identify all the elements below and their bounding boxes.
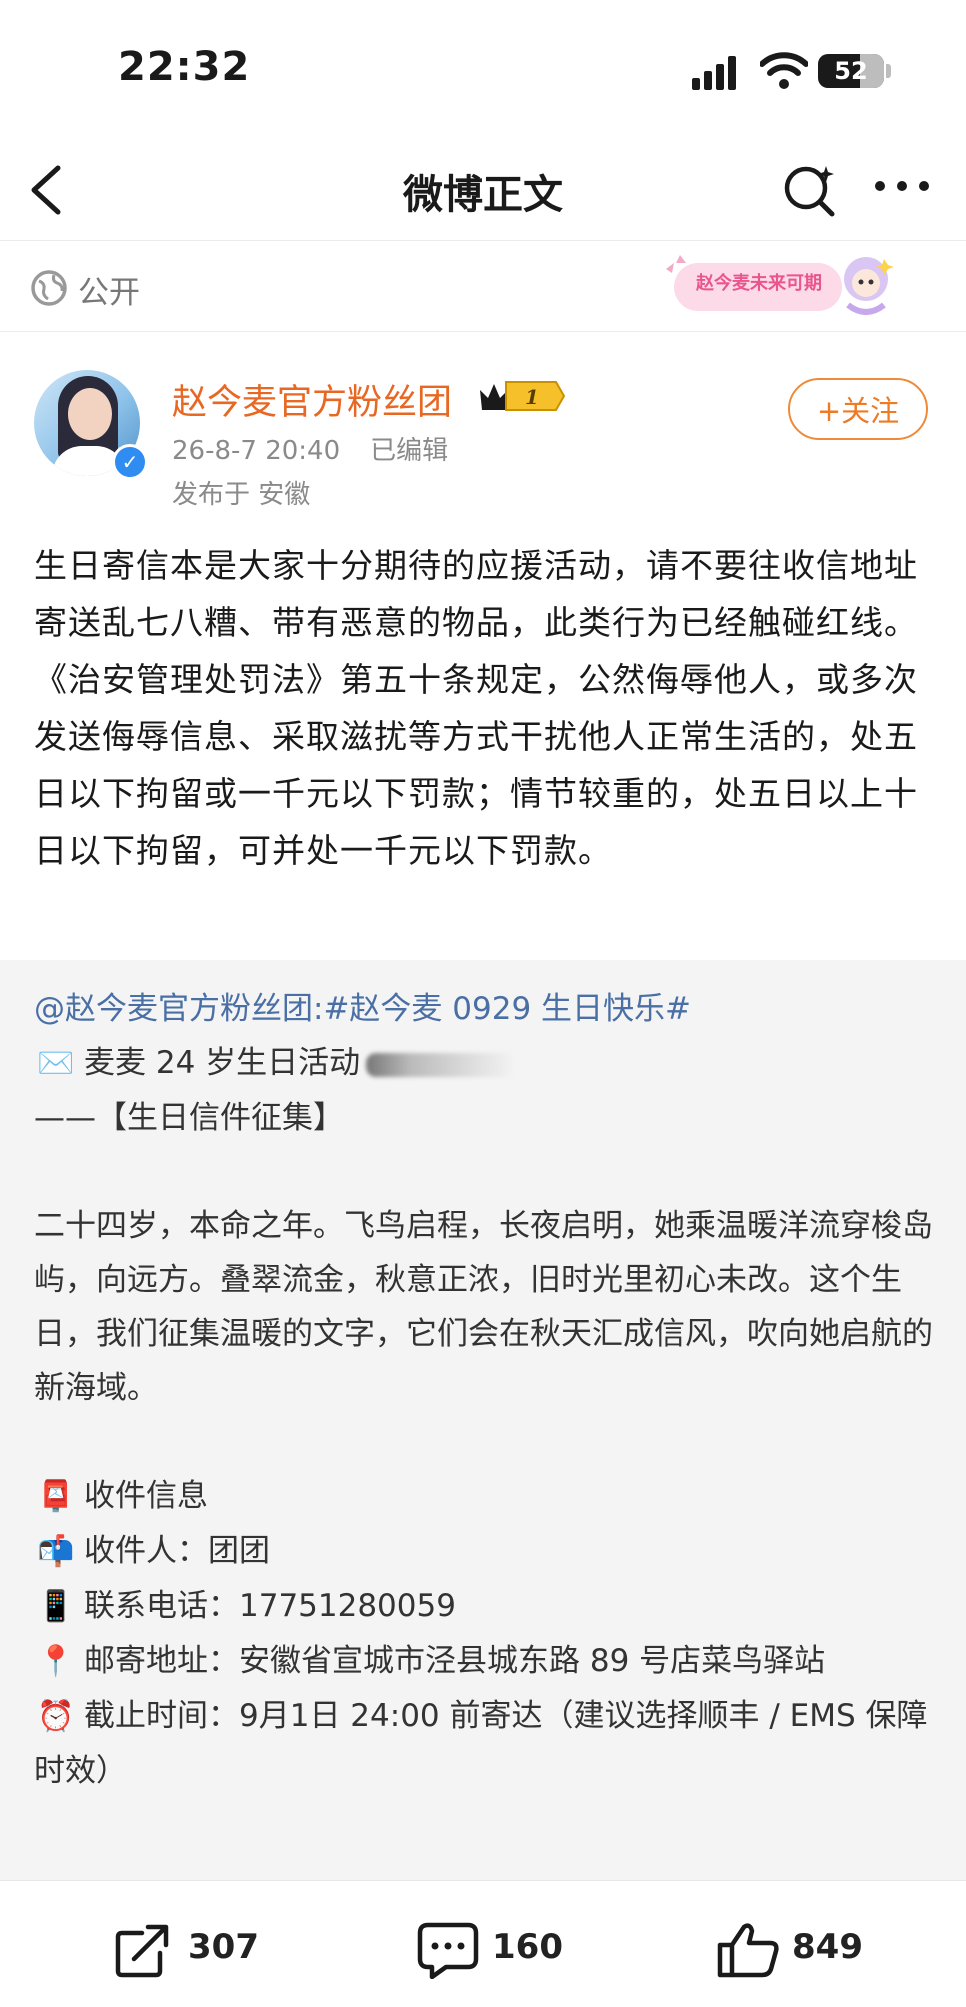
info-title-line: 📮 收件信息 (34, 1469, 934, 1524)
sticker-text: 赵今麦未来可期 (696, 273, 822, 294)
address-line: 📍 邮寄地址：安徽省宣城市泾县城东路 89 号店菜鸟驿站 (34, 1634, 934, 1689)
edited-label: 已编辑 (370, 436, 449, 466)
phone-icon: 📱 (37, 1589, 75, 1624)
post-date: 26-8-7 20:40 (172, 436, 341, 466)
battery-tip (886, 64, 891, 78)
comment-icon (417, 1922, 479, 1979)
alarm-clock-icon: ⏰ (37, 1699, 75, 1734)
info-title: 收件信息 (84, 1478, 208, 1514)
repost-author-link[interactable]: @赵今麦官方粉丝团:#赵今麦 0929 生日快乐# (34, 982, 934, 1036)
mailbox-icon: 📬 (37, 1534, 75, 1569)
comment-button[interactable]: 160 (416, 1921, 566, 1979)
comment-count: 160 (492, 1927, 563, 1967)
thumbs-up-icon (717, 1923, 779, 1978)
repost-inner: @赵今麦官方粉丝团:#赵今麦 0929 生日快乐# ✉️ 麦麦 24 岁生日活动 … (34, 982, 934, 1798)
fan-level-badge-icon: 1 (480, 381, 566, 411)
recipient-line: 📬 收件人：团团 (34, 1524, 934, 1579)
like-count: 849 (792, 1927, 863, 1967)
fan-sticker: 赵今麦未来可期 (662, 249, 902, 323)
status-time: 22:32 (118, 44, 251, 90)
action-bar: 307 160 849 (0, 1880, 966, 2007)
recipient: 收件人：团团 (84, 1533, 270, 1569)
visibility-row: 公开 赵今麦未来可期 (0, 241, 966, 332)
battery-level: 52 (834, 57, 868, 85)
search-icon[interactable] (780, 160, 840, 220)
activity-title: 麦麦 24 岁生日活动 (84, 1045, 361, 1081)
repost-line-collection: ——【生日信件征集】 (34, 1100, 344, 1136)
post-body: 生日寄信本是大家十分期待的应援活动，请不要往收信地址寄送乱七八糟、带有恶意的物品… (34, 546, 918, 870)
post-header: ✓ 赵今麦官方粉丝团 1 26-8-7 20:40 已编辑 发布于 安徽 +关注 (0, 332, 966, 522)
post-location: 发布于 安徽 (172, 480, 311, 510)
verified-badge-icon: ✓ (112, 444, 148, 480)
wifi-icon (760, 52, 808, 89)
envelope-icon: ✉️ (37, 1046, 75, 1081)
globe-icon (31, 270, 67, 306)
more-icon[interactable] (874, 178, 930, 194)
deadline-line: ⏰ 截止时间：9月1日 24:00 前寄达（建议选择顺丰 / EMS 保障时效） (34, 1689, 934, 1798)
repost-button[interactable]: 307 (112, 1921, 262, 1978)
status-bar: 22:32 52 (0, 0, 966, 140)
post-meta: 26-8-7 20:40 已编辑 (172, 430, 448, 467)
visibility-label: 公开 (78, 275, 140, 311)
like-button[interactable]: 849 (716, 1921, 876, 1978)
blurred-emoji (366, 1052, 517, 1077)
share-icon (115, 1924, 169, 1978)
nav-bar: 微博正文 (0, 140, 966, 241)
username[interactable]: 赵今麦官方粉丝团 (172, 374, 452, 425)
location-pin-icon: 📍 (37, 1644, 75, 1679)
deadline: 截止时间：9月1日 24:00 前寄达（建议选择顺丰 / EMS 保障时效） (34, 1698, 928, 1789)
repost-line-activity: ✉️ 麦麦 24 岁生日活动 (34, 1036, 934, 1091)
postbox-icon: 📮 (37, 1479, 75, 1514)
battery-icon: 52 (818, 54, 884, 88)
phone: 联系电话：17751280059 (84, 1588, 456, 1624)
cellular-signal-icon (692, 56, 736, 90)
repost-paragraph: 二十四岁，本命之年。飞鸟启程，长夜启明，她乘温暖洋流穿梭岛屿，向远方。叠翠流金，… (34, 1208, 933, 1406)
reposted-content[interactable]: @赵今麦官方粉丝团:#赵今麦 0929 生日快乐# ✉️ 麦麦 24 岁生日活动 … (0, 960, 966, 1880)
follow-button[interactable]: +关注 (788, 378, 928, 440)
badge-level: 1 (525, 385, 539, 409)
phone-line: 📱 联系电话：17751280059 (34, 1579, 934, 1634)
repost-count: 307 (188, 1927, 259, 1967)
address: 邮寄地址：安徽省宣城市泾县城东路 89 号店菜鸟驿站 (84, 1643, 826, 1679)
